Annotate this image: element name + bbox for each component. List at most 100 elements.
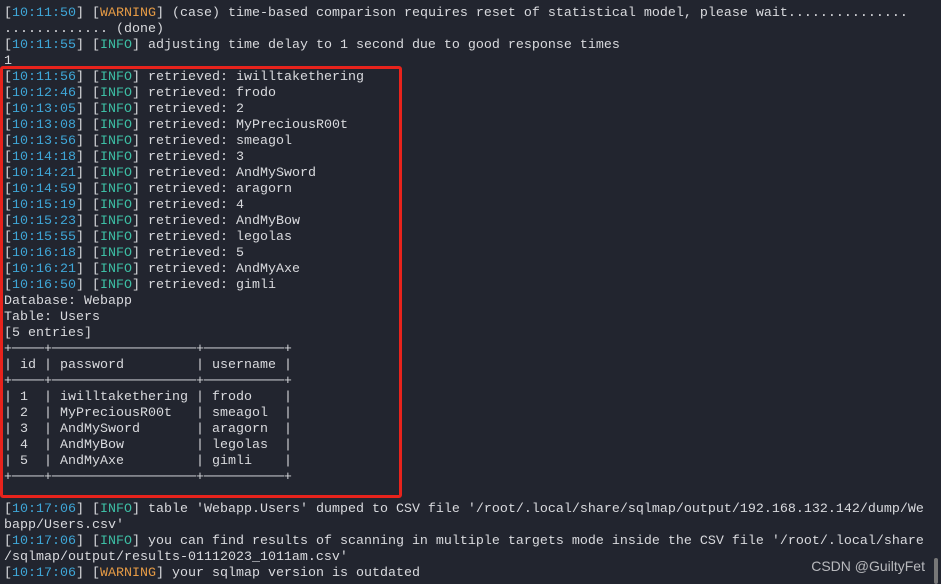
table-label: Table: Users [4, 310, 100, 325]
log-line: [10:16:50] [INFO] retrieved: gimli [4, 278, 276, 293]
scrollbar[interactable] [934, 558, 938, 584]
log-text: 1 [4, 54, 12, 69]
log-level: INFO [100, 118, 132, 133]
log-timestamp: 10:14:21 [12, 166, 76, 181]
table-row: | 2 | MyPreciousR00t | smeagol | [4, 406, 292, 421]
log-level: INFO [100, 166, 132, 181]
log-timestamp: 10:17:06 [12, 534, 76, 549]
log-message: table 'Webapp.Users' dumped to CSV file … [140, 502, 924, 517]
log-timestamp: 10:15:19 [12, 198, 76, 213]
log-level: INFO [100, 102, 132, 117]
log-line: [10:13:05] [INFO] retrieved: 2 [4, 102, 244, 117]
log-line: [10:11:50] [WARNING] (case) time-based c… [4, 6, 908, 21]
table-header: | id | password | username | [4, 358, 292, 373]
log-timestamp: 10:17:06 [12, 502, 76, 517]
table-cell: password [60, 358, 124, 373]
log-line: [10:12:46] [INFO] retrieved: frodo [4, 86, 276, 101]
table-cell: id [20, 358, 36, 373]
log-timestamp: 10:11:50 [12, 6, 76, 21]
log-message: retrieved: 5 [140, 246, 244, 261]
table-border: +────+──────────────────+──────────+ [4, 342, 292, 357]
log-line: [10:14:18] [INFO] retrieved: 3 [4, 150, 244, 165]
log-message: you can find results of scanning in mult… [140, 534, 924, 549]
log-text: ............. (done) [4, 22, 164, 37]
log-message: retrieved: 4 [140, 198, 244, 213]
log-level: INFO [100, 214, 132, 229]
log-line: [10:15:55] [INFO] retrieved: legolas [4, 230, 292, 245]
entries-count: [5 entries] [4, 326, 92, 341]
log-timestamp: 10:15:23 [12, 214, 76, 229]
log-line: [10:17:06] [WARNING] your sqlmap version… [4, 566, 420, 581]
log-level: INFO [100, 198, 132, 213]
log-line: bapp/Users.csv' [4, 518, 927, 534]
log-line: [10:13:56] [INFO] retrieved: smeagol [4, 134, 292, 149]
log-line: [10:15:19] [INFO] retrieved: 4 [4, 198, 244, 213]
table-cell: gimli [211, 454, 252, 469]
log-line: [10:17:06] [INFO] table 'Webapp.Users' d… [4, 502, 924, 517]
table-row: | 1 | iwilltakethering | frodo | [4, 390, 292, 405]
log-line: [10:16:21] [INFO] retrieved: AndMyAxe [4, 262, 300, 277]
watermark: CSDN @GuiltyFet [811, 558, 925, 574]
log-line: 1 [4, 54, 927, 70]
log-message: retrieved: AndMyBow [140, 214, 300, 229]
log-message: retrieved: 3 [140, 150, 244, 165]
table-cell: AndMyAxe [60, 454, 124, 469]
log-timestamp: 10:11:55 [12, 38, 76, 53]
table-row: | 5 | AndMyAxe | gimli | [4, 454, 292, 469]
log-line: [10:13:08] [INFO] retrieved: MyPreciousR… [4, 118, 348, 133]
log-level: INFO [100, 134, 132, 149]
log-line: [10:14:59] [INFO] retrieved: aragorn [4, 182, 292, 197]
log-level: INFO [100, 502, 132, 517]
log-timestamp: 10:16:50 [12, 278, 76, 293]
log-message: retrieved: AndMySword [140, 166, 316, 181]
table-border: +────+──────────────────+──────────+ [4, 470, 292, 485]
log-level: INFO [100, 70, 132, 85]
log-timestamp: 10:12:46 [12, 86, 76, 101]
table-row: | 4 | AndMyBow | legolas | [4, 438, 292, 453]
log-timestamp: 10:13:56 [12, 134, 76, 149]
log-level: INFO [100, 38, 132, 53]
log-line: [10:11:56] [INFO] retrieved: iwilltaketh… [4, 70, 364, 85]
log-message: retrieved: smeagol [140, 134, 292, 149]
log-line: [10:15:23] [INFO] retrieved: AndMyBow [4, 214, 300, 229]
table-cell: AndMyBow [60, 438, 124, 453]
log-level: INFO [100, 278, 132, 293]
table-cell: legolas [211, 438, 268, 453]
log-timestamp: 10:16:18 [12, 246, 76, 261]
log-line: /sqlmap/output/results-01112023_1011am.c… [4, 550, 927, 566]
log-message: retrieved: MyPreciousR00t [140, 118, 348, 133]
table-cell: 4 [20, 438, 28, 453]
log-line: [10:17:06] [INFO] you can find results o… [4, 534, 924, 549]
log-level: WARNING [100, 566, 156, 581]
log-message: adjusting time delay to 1 second due to … [140, 38, 620, 53]
log-timestamp: 10:15:55 [12, 230, 76, 245]
table-cell: 5 [20, 454, 28, 469]
log-message: retrieved: frodo [140, 86, 276, 101]
table-cell: frodo [211, 390, 252, 405]
log-level: INFO [100, 230, 132, 245]
table-cell: 2 [20, 406, 28, 421]
table-cell: AndMySword [60, 422, 140, 437]
log-timestamp: 10:14:18 [12, 150, 76, 165]
log-line: [10:11:55] [INFO] adjusting time delay t… [4, 38, 620, 53]
log-level: INFO [100, 86, 132, 101]
log-text: bapp/Users.csv' [4, 518, 124, 533]
log-timestamp: 10:13:08 [12, 118, 76, 133]
table-cell: iwilltakethering [60, 390, 188, 405]
log-message: retrieved: iwilltakethering [140, 70, 364, 85]
log-line: [10:16:18] [INFO] retrieved: 5 [4, 246, 244, 261]
log-level: INFO [100, 150, 132, 165]
log-timestamp: 10:11:56 [12, 70, 76, 85]
log-line: [10:14:21] [INFO] retrieved: AndMySword [4, 166, 316, 181]
log-message: your sqlmap version is outdated [164, 566, 420, 581]
log-message: retrieved: AndMyAxe [140, 262, 300, 277]
table-cell: aragorn [211, 422, 268, 437]
log-level: WARNING [100, 6, 156, 21]
log-line: ............. (done) [4, 22, 927, 38]
log-level: INFO [100, 534, 132, 549]
log-timestamp: 10:14:59 [12, 182, 76, 197]
database-label: Database: Webapp [4, 294, 132, 309]
log-timestamp: 10:13:05 [12, 102, 76, 117]
log-level: INFO [100, 182, 132, 197]
